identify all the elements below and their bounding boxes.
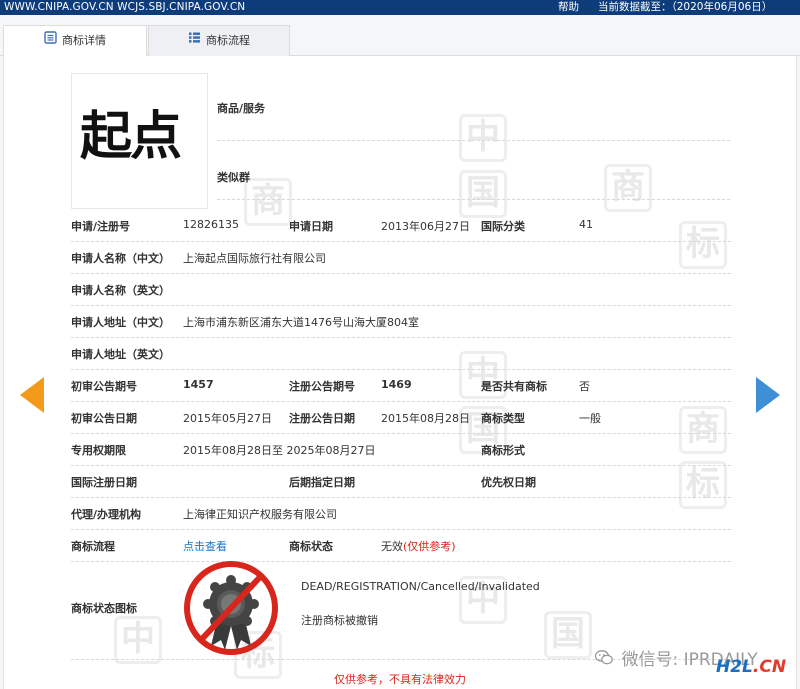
field-label: 商标流程 bbox=[71, 540, 115, 553]
prelim-announcement-date: 2015年05月27日 bbox=[183, 412, 272, 425]
field-label: 注册公告日期 bbox=[289, 412, 355, 425]
field-label: 后期指定日期 bbox=[289, 476, 355, 489]
trademark-image: 起点 bbox=[71, 73, 208, 209]
similar-group-label: 类似群 bbox=[217, 171, 250, 184]
shared-trademark: 否 bbox=[579, 380, 590, 393]
field-label: 注册公告期号 bbox=[289, 380, 355, 393]
previous-arrow-icon[interactable] bbox=[20, 377, 44, 413]
field-label: 申请人地址（英文） bbox=[71, 348, 170, 361]
invalid-ribbon-icon bbox=[184, 561, 278, 655]
detail-row: 申请人地址（中文） 上海市浦东新区浦东大道1476号山海大厦804室 bbox=[71, 306, 731, 338]
field-label: 优先权日期 bbox=[481, 476, 536, 489]
detail-row: 申请人名称（英文） bbox=[71, 274, 731, 306]
reg-number: 12826135 bbox=[183, 218, 239, 231]
next-arrow-icon[interactable] bbox=[756, 377, 780, 413]
detail-row: 初审公告日期 2015年05月27日 注册公告日期 2015年08月28日 商标… bbox=[71, 402, 731, 434]
field-label: 国际注册日期 bbox=[71, 476, 137, 489]
h2l-watermark: H2L.CN bbox=[716, 657, 786, 677]
field-label: 商标状态 bbox=[289, 540, 333, 553]
divider bbox=[217, 140, 730, 141]
field-label: 商标类型 bbox=[481, 412, 525, 425]
view-process-link[interactable]: 点击查看 bbox=[183, 538, 227, 554]
divider bbox=[217, 199, 730, 200]
agent-name: 上海律正知识产权服务有限公司 bbox=[183, 508, 337, 521]
status-value: 无效 bbox=[381, 540, 403, 553]
status-note: (仅供参考) bbox=[403, 540, 456, 553]
intl-class: 41 bbox=[579, 218, 593, 231]
field-label: 商标形式 bbox=[481, 444, 525, 457]
trademark-status: 无效(仅供参考) bbox=[381, 538, 456, 554]
data-date: 当前数据截至：（2020年06月06日） bbox=[598, 1, 773, 13]
reg-announcement-date: 2015年08月28日 bbox=[381, 412, 470, 425]
wechat-icon bbox=[594, 650, 617, 669]
field-label: 初审公告日期 bbox=[71, 412, 137, 425]
field-label: 初审公告期号 bbox=[71, 380, 137, 393]
detail-row: 国际注册日期 后期指定日期 优先权日期 bbox=[71, 466, 731, 498]
detail-row: 专用权期限 2015年08月28日至 2025年08月27日 商标形式 bbox=[71, 434, 731, 466]
top-bar: WWW.CNIPA.GOV.CN WCJS.SBJ.CNIPA.GOV.CN 帮… bbox=[0, 0, 800, 15]
watermark-tile: 中 bbox=[459, 114, 507, 162]
field-label: 申请人地址（中文） bbox=[71, 316, 170, 329]
field-label: 专用权期限 bbox=[71, 444, 126, 457]
h2l-suffix: .CN bbox=[752, 657, 787, 677]
detail-row: 申请人名称（中文） 上海起点国际旅行社有限公司 bbox=[71, 242, 731, 274]
goods-services-label: 商品/服务 bbox=[217, 102, 266, 115]
tab-trademark-details[interactable]: 商标详情 bbox=[3, 25, 147, 57]
reg-announcement-number: 1469 bbox=[381, 378, 412, 391]
detail-row: 初审公告期号 1457 注册公告期号 1469 是否共有商标 否 bbox=[71, 370, 731, 402]
trademark-logo-text: 起点 bbox=[80, 106, 182, 167]
watermark-tile: 商 bbox=[604, 164, 652, 212]
h2l-text: H2L bbox=[716, 657, 753, 677]
site-urls: WWW.CNIPA.GOV.CN WCJS.SBJ.CNIPA.GOV.CN bbox=[4, 1, 246, 13]
exclusive-right-period: 2015年08月28日至 2025年08月27日 bbox=[183, 444, 376, 457]
field-label: 代理/办理机构 bbox=[71, 508, 142, 521]
field-label: 国际分类 bbox=[481, 220, 525, 233]
applicant-name-cn: 上海起点国际旅行社有限公司 bbox=[183, 252, 326, 265]
applicant-address-cn: 上海市浦东新区浦东大道1476号山海大厦804室 bbox=[183, 316, 419, 329]
tab-bar: 商标详情 商标流程 bbox=[0, 22, 800, 57]
tab-label: 商标详情 bbox=[62, 34, 106, 47]
detail-row: 申请/注册号 12826135 申请日期 2013年06月27日 国际分类 41 bbox=[71, 210, 731, 242]
field-label: 是否共有商标 bbox=[481, 380, 547, 393]
tab-label: 商标流程 bbox=[206, 34, 250, 47]
detail-row: 申请人地址（英文） bbox=[71, 338, 731, 370]
status-chinese: 注册商标被撤销 bbox=[301, 614, 378, 627]
status-english: DEAD/REGISTRATION/Cancelled/Invalidated bbox=[301, 580, 540, 593]
field-label: 商标状态图标 bbox=[71, 602, 137, 615]
field-label: 申请人名称（英文） bbox=[71, 284, 170, 297]
prelim-announcement-number: 1457 bbox=[183, 378, 214, 391]
field-label: 申请人名称（中文） bbox=[71, 252, 170, 265]
help-link[interactable]: 帮助 bbox=[558, 0, 579, 15]
list-icon bbox=[188, 26, 201, 56]
tab-trademark-process[interactable]: 商标流程 bbox=[148, 25, 290, 57]
disclaimer-text: 仅供参考，不具有法律效力 bbox=[334, 673, 466, 686]
field-label: 申请/注册号 bbox=[71, 220, 131, 233]
application-date: 2013年06月27日 bbox=[381, 220, 470, 233]
trademark-detail-card: 中 国 商 标 商 中 国 商 标 中 国 标 中 起点 商品/服务 类似群 申… bbox=[3, 56, 797, 689]
detail-row: 代理/办理机构 上海律正知识产权服务有限公司 bbox=[71, 498, 731, 530]
document-icon bbox=[44, 26, 57, 56]
field-label: 申请日期 bbox=[289, 220, 333, 233]
trademark-type: 一般 bbox=[579, 412, 601, 425]
